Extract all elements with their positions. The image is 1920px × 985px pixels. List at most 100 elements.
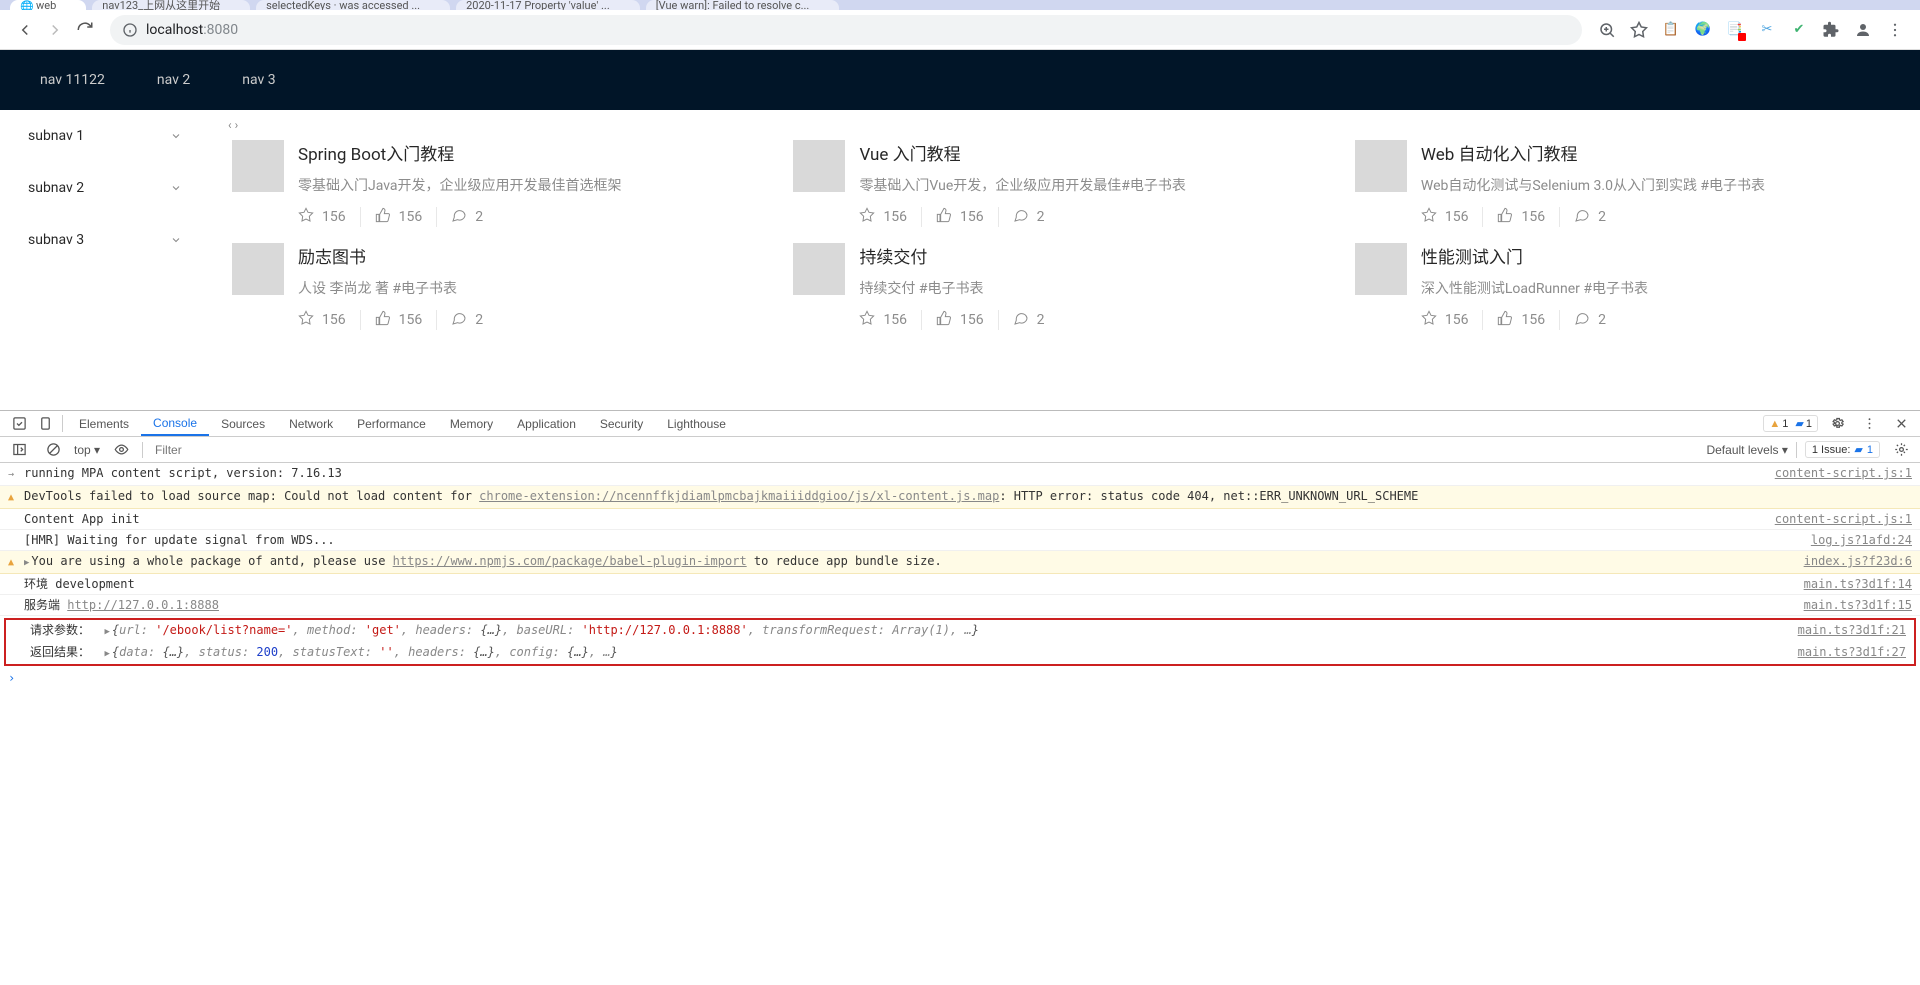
card[interactable]: 励志图书人设 李尚龙 著 #电子书表1561562 bbox=[222, 235, 783, 338]
stat-star[interactable]: 156 bbox=[1421, 207, 1483, 227]
nav-item[interactable]: nav 2 bbox=[131, 50, 216, 110]
stat-chat[interactable]: 2 bbox=[998, 310, 1059, 330]
source-link[interactable]: main.ts?3d1f:21 bbox=[1798, 620, 1906, 640]
devtools-tab-network[interactable]: Network bbox=[277, 411, 345, 436]
sidebar-toggle-icon[interactable] bbox=[6, 442, 32, 457]
source-link[interactable]: http://127.0.0.1:8888 bbox=[67, 598, 219, 612]
stat-like[interactable]: 156 bbox=[921, 207, 998, 227]
stat-like[interactable]: 156 bbox=[360, 310, 437, 330]
warnings-badge[interactable]: ▲1 ▰1 bbox=[1763, 415, 1818, 432]
stat-chat[interactable]: 2 bbox=[436, 207, 497, 227]
close-icon[interactable] bbox=[1888, 416, 1914, 431]
stat-chat[interactable]: 2 bbox=[436, 310, 497, 330]
card[interactable]: 持续交付持续交付 #电子书表1561562 bbox=[783, 235, 1344, 338]
filter-input[interactable] bbox=[151, 440, 1698, 460]
console-prompt[interactable]: › bbox=[0, 668, 1920, 688]
settings-icon[interactable] bbox=[1888, 442, 1914, 457]
browser-tab[interactable]: selectedKeys · was accessed ... bbox=[256, 0, 450, 10]
devtools-tab-lighthouse[interactable]: Lighthouse bbox=[655, 411, 738, 436]
source-link[interactable]: https://www.npmjs.com/package/babel-plug… bbox=[393, 554, 747, 568]
card[interactable]: Vue 入门教程零基础入门Vue开发，企业级应用开发最佳#电子书表1561562 bbox=[783, 132, 1344, 235]
browser-tab[interactable]: 2020-11-17 Property 'value' ... bbox=[456, 0, 640, 10]
nav-item[interactable]: nav 11122 bbox=[14, 50, 131, 110]
star-icon bbox=[1421, 207, 1437, 227]
source-link[interactable]: main.ts?3d1f:14 bbox=[1804, 574, 1912, 594]
sidebar-item[interactable]: subnav 3 bbox=[0, 214, 210, 266]
stat-star[interactable]: 156 bbox=[1421, 310, 1483, 330]
stat-chat[interactable]: 2 bbox=[998, 207, 1059, 227]
devtools-tab-performance[interactable]: Performance bbox=[345, 411, 438, 436]
stat-star[interactable]: 156 bbox=[298, 310, 360, 330]
log-line-warning: ▲DevTools failed to load source map: Cou… bbox=[0, 486, 1920, 509]
devtools-tab-console[interactable]: Console bbox=[141, 411, 209, 436]
extension-icon[interactable]: 🌍 bbox=[1694, 21, 1712, 39]
log-line: 返回结果： ▶{data: {…}, status: 200, statusTe… bbox=[6, 642, 1914, 664]
devtools-tab-elements[interactable]: Elements bbox=[67, 411, 141, 436]
stat-like[interactable]: 156 bbox=[360, 207, 437, 227]
stat-like[interactable]: 156 bbox=[921, 310, 998, 330]
source-link[interactable]: content-script.js:1 bbox=[1775, 509, 1912, 529]
devtools-tab-security[interactable]: Security bbox=[588, 411, 655, 436]
eye-icon[interactable] bbox=[108, 442, 134, 457]
inspect-icon[interactable] bbox=[6, 411, 32, 436]
card[interactable]: Spring Boot入门教程零基础入门Java开发，企业级应用开发最佳首选框架… bbox=[222, 132, 783, 235]
source-link[interactable]: main.ts?3d1f:27 bbox=[1798, 642, 1906, 662]
chevron-down-icon bbox=[170, 234, 182, 246]
card[interactable]: 性能测试入门深入性能测试LoadRunner #电子书表1561562 bbox=[1345, 235, 1906, 338]
reload-button[interactable] bbox=[70, 15, 100, 45]
stat-like[interactable]: 156 bbox=[1482, 310, 1559, 330]
stat-chat[interactable]: 2 bbox=[1559, 207, 1620, 227]
stat-like[interactable]: 156 bbox=[1482, 207, 1559, 227]
bookmark-icon[interactable] bbox=[1630, 21, 1648, 39]
forward-button[interactable] bbox=[40, 15, 70, 45]
stat-star[interactable]: 156 bbox=[859, 207, 921, 227]
profile-icon[interactable] bbox=[1854, 21, 1872, 39]
star-icon bbox=[859, 207, 875, 227]
nav-item[interactable]: nav 3 bbox=[216, 50, 301, 110]
stat-value: 156 bbox=[322, 209, 346, 225]
kebab-menu-icon[interactable] bbox=[1886, 21, 1904, 39]
extension-icon[interactable]: 📑 bbox=[1726, 21, 1744, 39]
browser-tab[interactable]: 🌐web bbox=[10, 0, 86, 10]
source-link[interactable]: chrome-extension://ncennffkjdiamlpmcbajk… bbox=[479, 489, 999, 503]
devtools-tab-sources[interactable]: Sources bbox=[209, 411, 277, 436]
issues-badge[interactable]: 1 Issue: ▰1 bbox=[1805, 441, 1880, 458]
more-icon[interactable] bbox=[1856, 416, 1882, 431]
log-line-warning: ▲▶You are using a whole package of antd,… bbox=[0, 551, 1920, 574]
chevron-down-icon bbox=[170, 182, 182, 194]
like-icon bbox=[375, 207, 391, 227]
source-link[interactable]: index.js?f23d:6 bbox=[1804, 551, 1912, 571]
extension-icon[interactable]: 📋 bbox=[1662, 21, 1680, 39]
browser-tab[interactable]: [Vue warn]: Failed to resolve c... bbox=[646, 0, 840, 10]
device-icon[interactable] bbox=[32, 411, 58, 436]
context-select[interactable]: top ▾ bbox=[74, 443, 100, 457]
stat-star[interactable]: 156 bbox=[298, 207, 360, 227]
stat-star[interactable]: 156 bbox=[859, 310, 921, 330]
devtools-tab-memory[interactable]: Memory bbox=[438, 411, 505, 436]
card-thumbnail bbox=[793, 243, 845, 295]
source-link[interactable]: content-script.js:1 bbox=[1775, 463, 1912, 483]
sidebar-item[interactable]: subnav 2 bbox=[0, 162, 210, 214]
clear-icon[interactable] bbox=[40, 442, 66, 457]
extension-icon[interactable]: ✂ bbox=[1758, 21, 1776, 39]
card[interactable]: Web 自动化入门教程Web自动化测试与Selenium 3.0从入门到实践 #… bbox=[1345, 132, 1906, 235]
like-icon bbox=[1497, 310, 1513, 330]
log-line: →running MPA content script, version: 7.… bbox=[0, 463, 1920, 486]
back-button[interactable] bbox=[10, 15, 40, 45]
devtools-tab-application[interactable]: Application bbox=[505, 411, 588, 436]
log-levels-select[interactable]: Default levels ▾ bbox=[1706, 443, 1787, 457]
source-link[interactable]: main.ts?3d1f:15 bbox=[1804, 595, 1912, 615]
source-link[interactable]: log.js?1afd:24 bbox=[1811, 530, 1912, 550]
info-icon bbox=[122, 22, 138, 38]
zoom-icon[interactable] bbox=[1598, 21, 1616, 39]
url-input[interactable]: localhost:8080 bbox=[110, 15, 1582, 45]
settings-icon[interactable] bbox=[1824, 416, 1850, 431]
chat-icon bbox=[1013, 207, 1029, 227]
extension-icon[interactable]: ✔ bbox=[1790, 21, 1808, 39]
chat-icon bbox=[451, 310, 467, 330]
stat-chat[interactable]: 2 bbox=[1559, 310, 1620, 330]
extensions-menu-icon[interactable] bbox=[1822, 21, 1840, 39]
stat-value: 2 bbox=[1598, 209, 1606, 225]
browser-tab[interactable]: nav123_上网从这里开始 bbox=[92, 0, 250, 10]
sidebar-item[interactable]: subnav 1 bbox=[0, 110, 210, 162]
